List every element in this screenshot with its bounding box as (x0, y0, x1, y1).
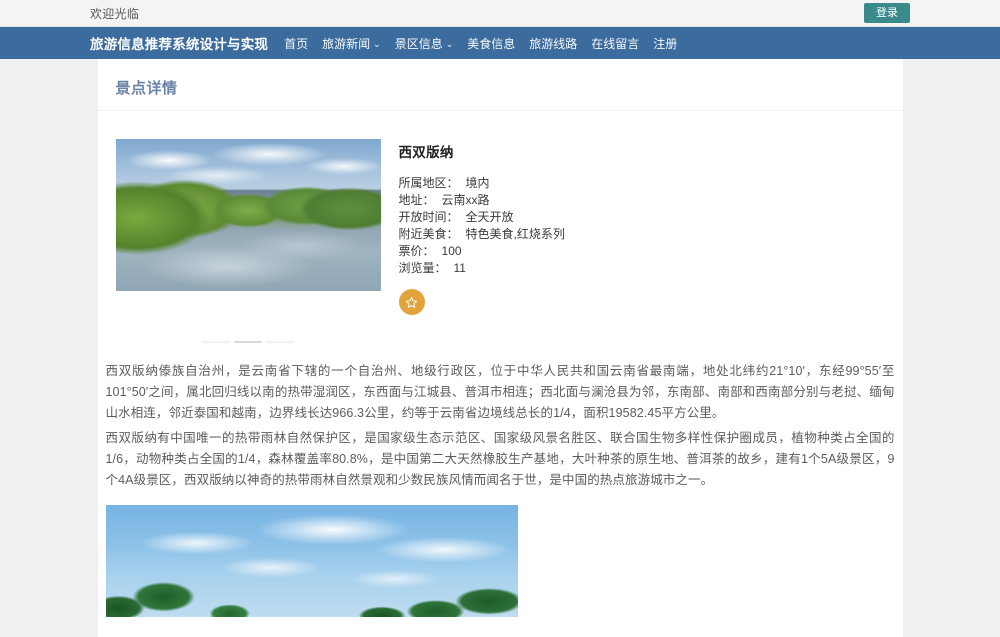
nav-item-travel-routes-label: 旅游线路 (529, 36, 578, 51)
article-photo-palm-inner (105, 505, 518, 617)
info-row-address: 地址： 云南xx路 (399, 192, 885, 209)
info-value-opening-hours: 全天开放 (465, 210, 514, 224)
detail-card: 景点详情 西双版纳 所属地区： 境内 地址： 云南xx路 开放时间： 全天开放 … (97, 59, 903, 637)
nav-item-food-info-label: 美食信息 (467, 36, 516, 51)
favorite-button[interactable] (398, 289, 425, 315)
nav-item-online-message-label: 在线留言 (591, 36, 640, 51)
scenic-photo-river (115, 139, 381, 291)
main-navbar: 旅游信息推荐系统设计与实现 首页 旅游新闻 ⌄ 景区信息 ⌄ 美食信息 旅游线路… (0, 27, 1000, 59)
info-label-nearby-food: 附近美食： (398, 227, 459, 241)
nav-item-scenic-info-label: 景区信息 (394, 36, 443, 51)
info-label-region: 所属地区： (398, 176, 459, 190)
nav-item-home-label: 首页 (284, 36, 309, 51)
nav-item-travel-routes[interactable]: 旅游线路 (529, 35, 577, 52)
nav-item-online-message[interactable]: 在线留言 (591, 35, 639, 52)
top-welcome-bar: 欢迎光临 登录 (0, 0, 1000, 27)
info-label-view-count: 浏览量： (398, 261, 447, 275)
article-paragraph-1: 西双版纳傣族自治州，是云南省下辖的一个自治州、地级行政区，位于中华人民共和国云南… (105, 364, 895, 420)
article-paragraph-2: 西双版纳有中国唯一的热带雨林自然保护区，是国家级生态示范区、国家级风景名胜区、联… (105, 431, 895, 487)
info-value-nearby-food: 特色美食,红烧系列 (465, 227, 565, 241)
article-content: 西双版纳傣族自治州，是云南省下辖的一个自治州、地级行政区，位于中华人民共和国云南… (98, 343, 903, 617)
info-row-view-count: 浏览量： 11 (399, 260, 885, 277)
nav-item-food-info[interactable]: 美食信息 (467, 35, 515, 52)
carousel-indicator-2[interactable] (266, 341, 294, 343)
info-value-view-count: 11 (453, 261, 466, 275)
top-welcome-bar-inner: 欢迎光临 登录 (90, 0, 910, 26)
spot-name: 西双版纳 (398, 145, 454, 160)
info-row-ticket-price: 票价： 100 (399, 243, 885, 260)
nav-item-register[interactable]: 注册 (653, 35, 677, 52)
info-row-opening-hours: 开放时间： 全天开放 (399, 209, 885, 226)
info-label-opening-hours: 开放时间： (398, 210, 459, 224)
info-label-ticket-price: 票价： (398, 244, 435, 258)
nav-item-register-label: 注册 (653, 36, 678, 51)
site-brand[interactable]: 旅游信息推荐系统设计与实现 (90, 33, 268, 53)
nav-item-travel-news[interactable]: 旅游新闻 ⌄ (322, 35, 381, 52)
star-icon (405, 296, 418, 308)
nav-item-scenic-info[interactable]: 景区信息 ⌄ (395, 35, 454, 52)
chevron-down-icon: ⌄ (445, 38, 454, 49)
carousel-indicator-0[interactable] (202, 341, 230, 343)
info-value-region: 境内 (465, 176, 490, 190)
info-row-region: 所属地区： 境内 (399, 175, 885, 192)
spot-info-panel: 西双版纳 所属地区： 境内 地址： 云南xx路 开放时间： 全天开放 附近美食： 特色美… (381, 139, 885, 343)
page-background: 景点详情 西双版纳 所属地区： 境内 地址： 云南xx路 开放时间： 全天开放 … (0, 59, 1000, 637)
carousel-slide[interactable] (115, 139, 381, 291)
chevron-down-icon: ⌄ (373, 38, 381, 49)
detail-top-section: 西双版纳 所属地区： 境内 地址： 云南xx路 开放时间： 全天开放 附近美食： 特色美… (98, 111, 903, 343)
info-value-address: 云南xx路 (441, 193, 490, 207)
login-button[interactable]: 登录 (864, 3, 910, 23)
info-value-ticket-price: 100 (441, 244, 462, 258)
navbar-inner: 旅游信息推荐系统设计与实现 首页 旅游新闻 ⌄ 景区信息 ⌄ 美食信息 旅游线路… (90, 27, 910, 59)
welcome-text: 欢迎光临 (90, 6, 140, 21)
nav-item-home[interactable]: 首页 (284, 35, 308, 52)
card-header: 景点详情 (97, 59, 903, 111)
nav-item-travel-news-label: 旅游新闻 (322, 36, 371, 51)
info-label-address: 地址： (398, 193, 435, 207)
page-title: 景点详情 (115, 80, 178, 97)
article-photo-palm (105, 505, 518, 617)
info-row-nearby-food: 附近美食： 特色美食,红烧系列 (399, 226, 885, 243)
carousel-indicators[interactable] (116, 341, 381, 343)
article-image-wrap (105, 505, 895, 617)
image-carousel[interactable] (115, 139, 381, 343)
carousel-indicator-1[interactable] (234, 341, 262, 343)
